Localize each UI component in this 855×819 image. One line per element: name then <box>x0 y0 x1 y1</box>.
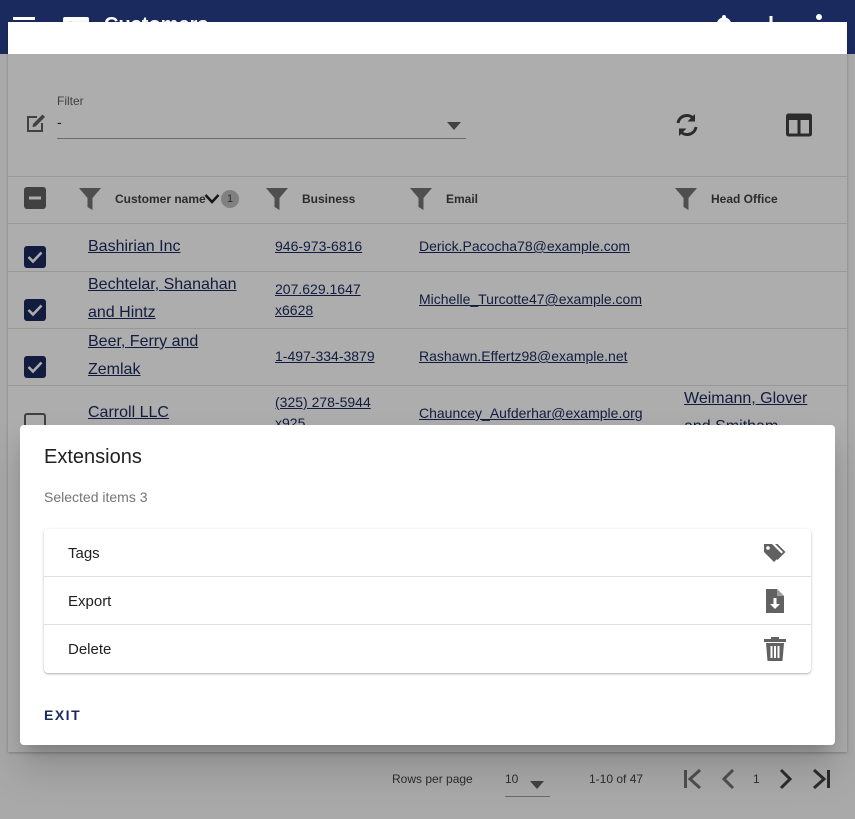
extension-item-label: Tags <box>68 545 100 562</box>
trash-icon <box>763 637 787 661</box>
extension-item-tags[interactable]: Tags <box>44 529 811 577</box>
selected-count: Selected items 3 <box>44 489 148 505</box>
file-download-icon <box>763 589 787 613</box>
exit-button[interactable]: EXIT <box>44 707 81 723</box>
extension-item-label: Delete <box>68 641 112 658</box>
extension-item-delete[interactable]: Delete <box>44 625 811 673</box>
extensions-dialog: Extensions Selected items 3 Tags Export … <box>20 425 835 745</box>
dialog-title: Extensions <box>44 446 142 468</box>
extension-item-label: Export <box>68 593 112 610</box>
extensions-list: Tags Export Delete <box>44 529 811 673</box>
extension-item-export[interactable]: Export <box>44 577 811 625</box>
tags-icon <box>763 541 787 565</box>
